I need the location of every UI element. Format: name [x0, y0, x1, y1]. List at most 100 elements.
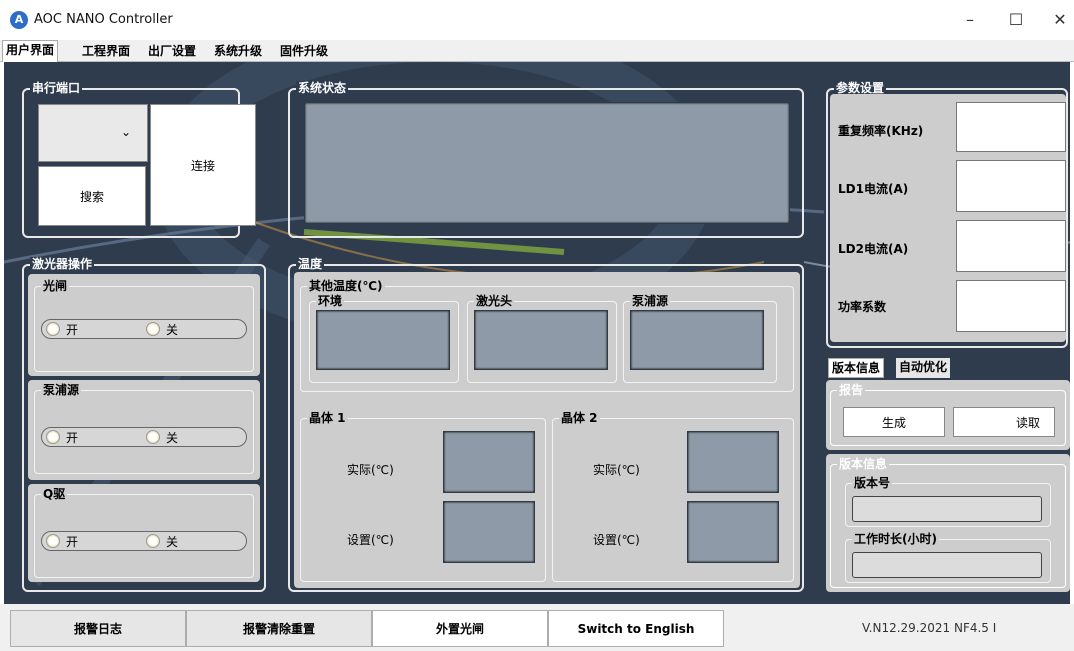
system-status-title: 系统状态	[296, 81, 349, 95]
shutter-on-radio[interactable]: 开	[46, 320, 78, 338]
ld2-current-input[interactable]	[956, 220, 1066, 272]
param-label: LD1电流(A)	[838, 182, 909, 196]
pump-frame: 泵浦源 开 关	[34, 383, 254, 474]
crystal2-actual-display	[687, 431, 779, 493]
temperature-group: 温度 其他温度(℃) 环境 激光头 泵浦源 晶体 1 实际(℃) 设置(℃) 晶…	[288, 257, 804, 592]
crystal1-setting-label: 设置(℃)	[347, 533, 394, 547]
crystal1-setting-display	[443, 501, 535, 563]
report-panel: 报告 生成 读取	[826, 380, 1070, 450]
crystal1-frame: 晶体 1 实际(℃) 设置(℃)	[300, 411, 546, 582]
serial-port-title: 串行端口	[30, 81, 83, 95]
title-bar: A AOC NANO Controller – ☐ ✕	[0, 0, 1074, 40]
shutter-title: 光闸	[41, 279, 70, 293]
alarm-reset-button[interactable]: 报警清除重置	[186, 610, 372, 647]
app-logo-icon: A	[10, 11, 28, 29]
laser-head-temp-display	[474, 310, 608, 370]
q-driver-group: Q驱 开 关	[28, 484, 260, 582]
pump-toggle: 开 关	[41, 427, 247, 447]
bottom-bar: 报警日志 报警清除重置 外置光闸 Switch to English V.N12…	[0, 604, 1074, 651]
crystal2-title: 晶体 2	[559, 411, 600, 425]
version-number-label: 版本号	[852, 476, 893, 490]
system-status-group: 系统状态	[288, 81, 804, 238]
tab-auto-optimize[interactable]: 自动优化	[896, 358, 951, 378]
status-display	[304, 102, 790, 224]
repetition-rate-input[interactable]	[956, 102, 1066, 152]
q-driver-on-radio[interactable]: 开	[46, 532, 78, 550]
tab-system-upgrade[interactable]: 系统升级	[211, 42, 265, 61]
work-hours-field	[852, 552, 1042, 578]
tab-version-info[interactable]: 版本信息	[828, 358, 885, 378]
crystal1-actual-label: 实际(℃)	[347, 463, 394, 477]
radio-icon	[146, 322, 160, 336]
alarm-log-button[interactable]: 报警日志	[10, 610, 186, 647]
pump-source-label: 泵浦源	[630, 294, 671, 308]
crystal1-actual-display	[443, 431, 535, 493]
generate-report-button[interactable]: 生成	[843, 407, 945, 437]
minimize-button[interactable]: –	[955, 8, 985, 32]
main-tab-bar: 用户界面 工程界面 出厂设置 系统升级 固件升级	[0, 40, 1074, 62]
laser-operation-title: 激光器操作	[30, 257, 95, 271]
temperature-title: 温度	[296, 257, 325, 271]
connect-button[interactable]: 连接	[150, 104, 256, 226]
version-info-frame: 版本信息 版本号 工作时长(小时)	[830, 457, 1066, 588]
pump-on-radio[interactable]: 开	[46, 428, 78, 446]
param-label: 重复频率(KHz)	[838, 124, 924, 138]
temperature-panel: 其他温度(℃) 环境 激光头 泵浦源 晶体 1 实际(℃) 设置(℃) 晶体 2…	[294, 272, 800, 588]
parameter-settings-group: 参数设置 重复频率(KHz) LD1电流(A) LD2电流(A) 功率系数	[826, 81, 1068, 348]
ambient-frame: 环境	[309, 294, 459, 383]
report-frame: 报告 生成 读取	[830, 383, 1066, 446]
main-panel: 串行端口 ⌄ 搜索 连接 系统状态 参数设置 重复频率(KHz) LD1电流(A…	[4, 62, 1070, 604]
parameter-settings-title: 参数设置	[834, 81, 887, 95]
parameter-panel: 重复频率(KHz) LD1电流(A) LD2电流(A) 功率系数	[830, 94, 1066, 342]
report-title: 报告	[837, 383, 866, 397]
version-number-field	[852, 496, 1042, 522]
crystal2-setting-label: 设置(℃)	[593, 533, 640, 547]
crystal1-title: 晶体 1	[307, 411, 348, 425]
tab-user-interface[interactable]: 用户界面	[2, 40, 59, 62]
work-hours-frame: 工作时长(小时)	[845, 532, 1051, 583]
q-driver-toggle: 开 关	[41, 531, 247, 551]
pump-source-temp-display	[630, 310, 764, 370]
shutter-off-radio[interactable]: 关	[146, 320, 178, 338]
radio-icon	[46, 534, 60, 548]
laser-head-label: 激光头	[474, 294, 515, 308]
close-button[interactable]: ✕	[1045, 8, 1074, 32]
chevron-down-icon: ⌄	[120, 125, 131, 139]
other-temp-title: 其他温度(℃)	[307, 279, 385, 293]
other-temp-frame: 其他温度(℃) 环境 激光头 泵浦源	[300, 279, 794, 392]
radio-icon	[146, 534, 160, 548]
laser-head-frame: 激光头	[467, 294, 617, 383]
q-driver-title: Q驱	[41, 487, 68, 501]
ld1-current-input[interactable]	[956, 160, 1066, 212]
radio-icon	[46, 322, 60, 336]
version-info-title: 版本信息	[837, 457, 890, 471]
tab-factory-settings[interactable]: 出厂设置	[145, 42, 199, 61]
window-title: AOC NANO Controller	[34, 12, 173, 27]
search-button[interactable]: 搜索	[38, 166, 146, 226]
power-coefficient-input[interactable]	[956, 280, 1066, 332]
switch-language-button[interactable]: Switch to English	[548, 610, 724, 647]
port-dropdown[interactable]: ⌄	[38, 104, 148, 162]
q-driver-off-radio[interactable]: 关	[146, 532, 178, 550]
tab-firmware-upgrade[interactable]: 固件升级	[277, 42, 331, 61]
pump-off-radio[interactable]: 关	[146, 428, 178, 446]
external-shutter-button[interactable]: 外置光闸	[372, 610, 548, 647]
maximize-button[interactable]: ☐	[1001, 8, 1031, 32]
read-report-button[interactable]: 读取	[953, 407, 1055, 437]
tab-engineering[interactable]: 工程界面	[79, 42, 133, 61]
crystal2-frame: 晶体 2 实际(℃) 设置(℃)	[552, 411, 794, 582]
crystal2-setting-display	[687, 501, 779, 563]
laser-operation-group: 激光器操作 光闸 开 关 泵浦源 开 关 Q驱 开 关	[22, 257, 266, 592]
version-label: V.N12.29.2021 NF4.5 I	[862, 621, 997, 635]
work-hours-label: 工作时长(小时)	[852, 532, 939, 546]
version-info-panel: 版本信息 版本号 工作时长(小时)	[826, 454, 1070, 592]
version-number-frame: 版本号	[845, 476, 1051, 527]
ambient-label: 环境	[316, 294, 345, 308]
param-label: LD2电流(A)	[838, 242, 909, 256]
q-driver-frame: Q驱 开 关	[34, 487, 254, 578]
radio-icon	[46, 430, 60, 444]
pump-source-frame: 泵浦源	[623, 294, 777, 383]
shutter-toggle: 开 关	[41, 319, 247, 339]
param-label: 功率系数	[838, 300, 887, 314]
shutter-frame: 光闸 开 关	[34, 279, 254, 372]
